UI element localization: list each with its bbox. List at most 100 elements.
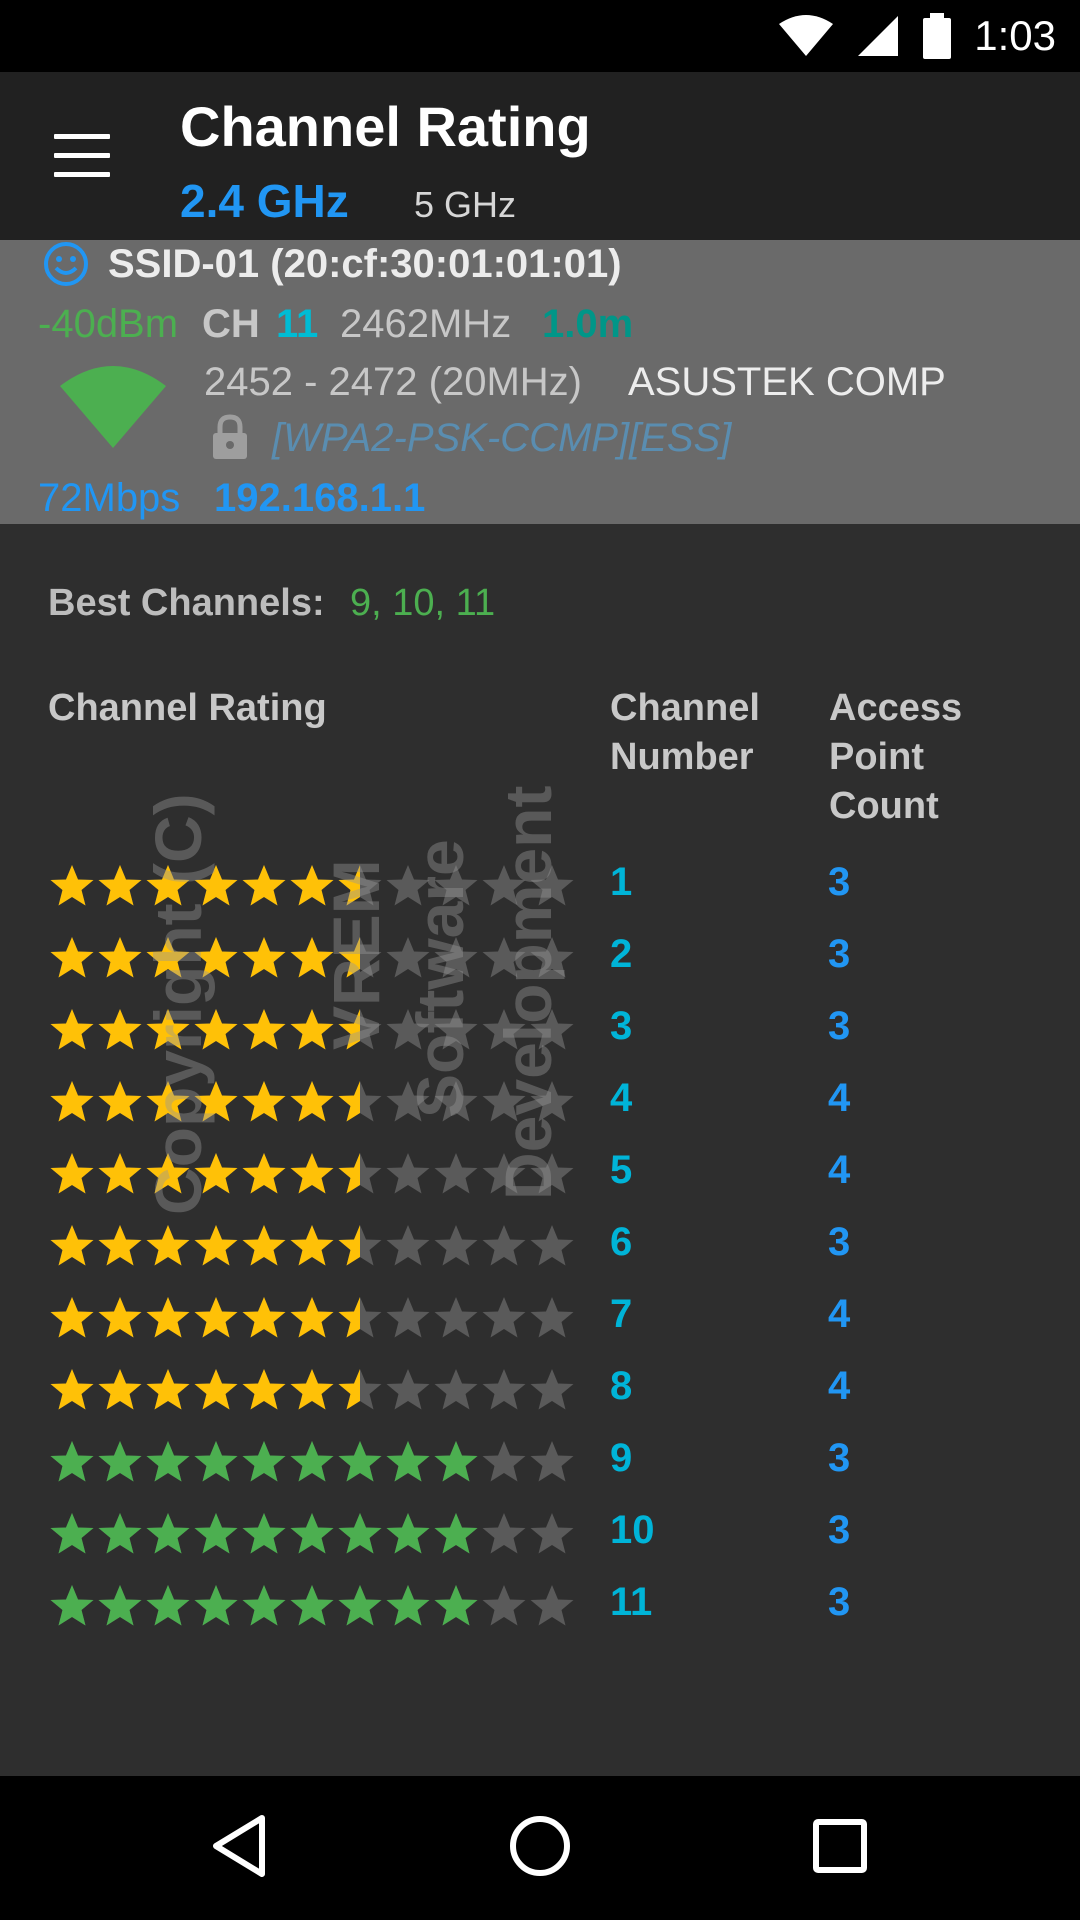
star-icon (146, 1225, 190, 1266)
star-icon (146, 1441, 190, 1482)
star-icon (242, 1513, 286, 1554)
star-icon (50, 1081, 94, 1122)
star-icon (50, 1369, 94, 1410)
rating-stars (48, 1282, 576, 1354)
star-icon (98, 1153, 142, 1194)
home-icon[interactable] (500, 1806, 580, 1886)
star-icon (290, 1369, 334, 1410)
ap-link-speed: 72Mbps (38, 476, 181, 520)
star-icon (338, 1297, 382, 1338)
star-icon (530, 1513, 574, 1554)
tab-5-ghz[interactable]: 5 GHz (414, 184, 516, 226)
channel-number: 7 (610, 1292, 633, 1336)
star-icon (98, 1081, 142, 1122)
star-icon (482, 1441, 526, 1482)
star-icon (242, 1225, 286, 1266)
access-point-count: 3 (828, 1220, 851, 1264)
channel-number: 5 (610, 1148, 633, 1192)
channel-number: 6 (610, 1220, 633, 1264)
rating-row: 11 3 (48, 1570, 1048, 1642)
star-icon (242, 1369, 286, 1410)
star-icon (98, 1513, 142, 1554)
channel-number: 8 (610, 1364, 633, 1408)
access-point-count: 3 (828, 1004, 851, 1048)
header-channel-rating: Channel Rating (48, 687, 327, 729)
star-icon (242, 1153, 286, 1194)
star-icon (146, 1585, 190, 1626)
access-point-count: 3 (828, 1436, 851, 1480)
ap-frequency: 2462MHz (340, 302, 512, 346)
tab-2-4-ghz[interactable]: 2.4 GHz (180, 174, 349, 228)
star-icon (290, 1513, 334, 1554)
access-point-count: 3 (828, 860, 851, 904)
back-icon[interactable] (200, 1806, 280, 1886)
star-icon (98, 1009, 142, 1050)
star-icon (98, 865, 142, 906)
star-icon (146, 1513, 190, 1554)
status-bar: 1:03 (0, 0, 1080, 72)
star-icon (146, 1297, 190, 1338)
star-icon (386, 1369, 430, 1410)
ap-distance: 1.0m (542, 302, 634, 346)
star-icon (242, 1297, 286, 1338)
star-icon (50, 1009, 94, 1050)
star-icon (194, 1441, 238, 1482)
star-icon (482, 1513, 526, 1554)
battery-icon (923, 13, 952, 59)
star-icon (98, 1585, 142, 1626)
watermark-line-1: Copyright (C) (141, 793, 215, 1215)
star-icon (50, 937, 94, 978)
star-icon (194, 1225, 238, 1266)
access-point-count: 4 (828, 1148, 851, 1192)
rating-stars (48, 1498, 576, 1570)
star-icon (386, 1153, 430, 1194)
rating-row: 63 (48, 1210, 1048, 1282)
star-icon (242, 1009, 286, 1050)
star-icon (194, 1297, 238, 1338)
star-icon (290, 1081, 334, 1122)
rating-stars (48, 1570, 576, 1642)
star-icon (146, 1369, 190, 1410)
star-icon (242, 1441, 286, 1482)
header-channel-number: Channel Number (610, 687, 760, 778)
rating-row: 84 (48, 1354, 1048, 1426)
star-icon (434, 1369, 478, 1410)
star-icon (338, 1369, 382, 1410)
star-icon (386, 1297, 430, 1338)
star-icon (482, 1369, 526, 1410)
star-icon (50, 1225, 94, 1266)
channel-number: 11 (610, 1580, 653, 1624)
channel-number: 1 (610, 860, 633, 904)
clock: 1:03 (974, 12, 1056, 59)
star-icon (434, 1297, 478, 1338)
star-icon (434, 1585, 478, 1626)
star-icon (242, 865, 286, 906)
star-icon (434, 1225, 478, 1266)
recents-icon[interactable] (800, 1806, 880, 1886)
watermark-line-4: Development (491, 785, 565, 1200)
star-icon (98, 1297, 142, 1338)
ap-ip-address: 192.168.1.1 (214, 476, 426, 520)
star-icon (530, 1441, 574, 1482)
star-icon (530, 1225, 574, 1266)
access-point-count: 4 (828, 1292, 851, 1336)
star-icon (434, 1441, 478, 1482)
channel-number: 9 (610, 1436, 633, 1480)
star-icon (194, 1513, 238, 1554)
star-icon (290, 1585, 334, 1626)
channel-number: 2 (610, 932, 633, 976)
star-icon (386, 1513, 430, 1554)
ap-frequency-range: 2452 - 2472 (20MHz) (204, 360, 582, 404)
channel-number: 4 (610, 1076, 633, 1120)
best-channels-value: 9, 10, 11 (350, 582, 496, 624)
access-point-count: 3 (828, 1508, 851, 1552)
cell-signal-icon (858, 16, 899, 56)
star-icon (386, 1585, 430, 1626)
ap-channel-label: CH (202, 302, 260, 346)
wifi-status-icon (779, 15, 834, 56)
menu-icon[interactable] (54, 134, 112, 178)
star-icon (338, 1585, 382, 1626)
ap-channel: 11 (276, 302, 319, 346)
star-icon (50, 1441, 94, 1482)
star-icon (482, 1585, 526, 1626)
